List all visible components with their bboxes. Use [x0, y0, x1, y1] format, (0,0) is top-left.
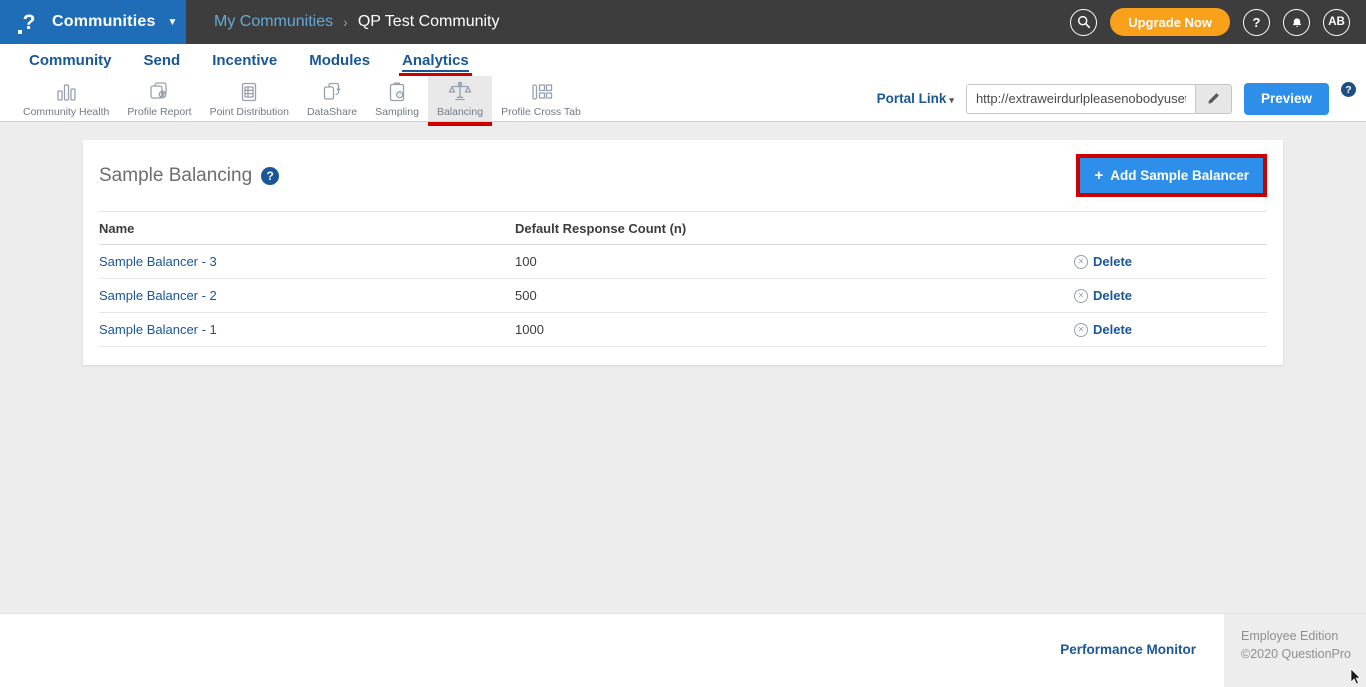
portal-url-input[interactable]	[966, 84, 1195, 113]
svg-text:?: ?	[398, 92, 401, 97]
breadcrumb-current: QP Test Community	[357, 13, 500, 30]
column-header-name: Name	[99, 220, 135, 236]
annotation-highlight-box: + Add Sample Balancer	[1076, 154, 1267, 197]
chevron-down-icon: ▼	[167, 16, 178, 28]
column-header-count: Default Response Count (n)	[515, 220, 687, 236]
edition-label: Employee Edition	[1241, 629, 1339, 643]
topbar: ? Communities ▼ My Communities › QP Test…	[0, 0, 1366, 44]
mouse-cursor	[1350, 669, 1361, 685]
portal-url-group	[965, 83, 1232, 114]
tool-profile-report[interactable]: Profile Report	[118, 76, 200, 121]
toolbar-right: Portal Link▾ Preview ?	[877, 76, 1366, 121]
avatar[interactable]: AB	[1323, 8, 1350, 36]
upgrade-now-button[interactable]: Upgrade Now	[1110, 8, 1230, 36]
table-row: Sample Balancer - 1 1000 ✕ Delete	[99, 313, 1267, 347]
search-button[interactable]	[1070, 8, 1098, 36]
add-sample-balancer-button[interactable]: + Add Sample Balancer	[1080, 158, 1263, 193]
balancer-name-link[interactable]: Sample Balancer - 1	[99, 322, 217, 337]
annotation-highlight-bar	[427, 122, 493, 126]
card-header: Sample Balancing ? + Add Sample Balancer	[99, 154, 1267, 197]
chevron-down-icon: ▾	[949, 95, 954, 105]
tab-incentive[interactable]: Incentive	[211, 50, 278, 71]
tool-balancing[interactable]: Balancing	[427, 76, 493, 126]
portal-link-dropdown[interactable]: Portal Link ▾	[877, 91, 954, 106]
profile-report-icon	[147, 80, 171, 104]
bell-icon	[1292, 18, 1301, 27]
title-help-button[interactable]: ?	[261, 166, 280, 185]
preview-button[interactable]: Preview	[1243, 82, 1329, 115]
page-help-button[interactable]: ?	[1341, 82, 1356, 97]
breadcrumb-parent-link[interactable]: My Communities	[214, 13, 333, 31]
tool-sampling[interactable]: ? Sampling	[366, 76, 428, 121]
delete-button[interactable]: ✕ Delete	[1074, 288, 1267, 303]
table-row: Sample Balancer - 3 100 ✕ Delete	[99, 245, 1267, 279]
page: ? Communities ▼ My Communities › QP Test…	[0, 0, 1366, 687]
page-title: Sample Balancing	[99, 164, 253, 186]
performance-monitor-link[interactable]: Performance Monitor	[1060, 642, 1196, 657]
tool-datashare[interactable]: DataShare	[298, 76, 366, 121]
footer: Performance Monitor Employee Edition ©20…	[0, 613, 1366, 687]
plus-icon: +	[1094, 167, 1104, 184]
pencil-icon	[1208, 93, 1219, 104]
cross-tab-grid-icon	[529, 80, 553, 104]
balance-scales-icon	[447, 80, 473, 104]
tab-analytics[interactable]: Analytics	[399, 50, 472, 77]
balancer-name-link[interactable]: Sample Balancer - 3	[99, 254, 217, 269]
document-table-icon	[237, 80, 261, 104]
clipboard-question-icon: ?	[385, 80, 409, 104]
tool-point-distribution[interactable]: Point Distribution	[201, 76, 298, 121]
main-nav: Community Send Incentive Modules Analyti…	[0, 44, 1366, 77]
tool-community-health[interactable]: Community Health	[14, 76, 118, 121]
response-count: 500	[515, 288, 537, 303]
content-area: Sample Balancing ? + Add Sample Balancer…	[0, 122, 1366, 613]
tab-modules[interactable]: Modules	[308, 50, 371, 71]
search-icon	[1077, 15, 1090, 29]
app-menu-label: Communities	[52, 13, 156, 30]
balancer-name-link[interactable]: Sample Balancer - 2	[99, 288, 217, 303]
bar-chart-icon	[54, 80, 78, 104]
help-button[interactable]: ?	[1243, 8, 1270, 36]
breadcrumb: My Communities › QP Test Community	[214, 13, 500, 31]
sample-balancing-card: Sample Balancing ? + Add Sample Balancer…	[83, 140, 1283, 365]
circle-x-icon: ✕	[1074, 288, 1088, 303]
table-header-row: Name Default Response Count (n)	[99, 211, 1267, 245]
response-count: 100	[515, 254, 537, 269]
edit-url-button[interactable]	[1194, 84, 1231, 113]
copyright-label: ©2020 QuestionPro	[1241, 646, 1351, 661]
delete-button[interactable]: ✕ Delete	[1074, 254, 1267, 269]
edition-box: Employee Edition ©2020 QuestionPro	[1224, 614, 1366, 687]
circle-x-icon: ✕	[1074, 322, 1088, 337]
tab-send[interactable]: Send	[143, 50, 182, 71]
balancers-table: Name Default Response Count (n) Sample B…	[99, 211, 1267, 347]
circle-x-icon: ✕	[1074, 254, 1088, 269]
question-icon: ?	[1252, 14, 1261, 30]
tab-community[interactable]: Community	[28, 50, 113, 71]
app-menu[interactable]: ? Communities ▼	[0, 0, 186, 44]
breadcrumb-separator: ›	[343, 14, 348, 30]
tool-profile-cross-tab[interactable]: Profile Cross Tab	[492, 76, 590, 121]
question-icon: ?	[1345, 83, 1352, 96]
share-pages-icon	[320, 80, 344, 104]
delete-button[interactable]: ✕ Delete	[1074, 322, 1267, 337]
analytics-toolbar: Community Health Profile Report Point Di…	[0, 76, 1366, 126]
question-icon: ?	[266, 168, 274, 183]
response-count: 1000	[515, 322, 544, 337]
notifications-button[interactable]	[1283, 8, 1310, 36]
questionpro-logo-icon: ?	[16, 9, 42, 35]
topbar-actions: Upgrade Now ? AB	[1070, 8, 1366, 36]
table-row: Sample Balancer - 2 500 ✕ Delete	[99, 279, 1267, 313]
